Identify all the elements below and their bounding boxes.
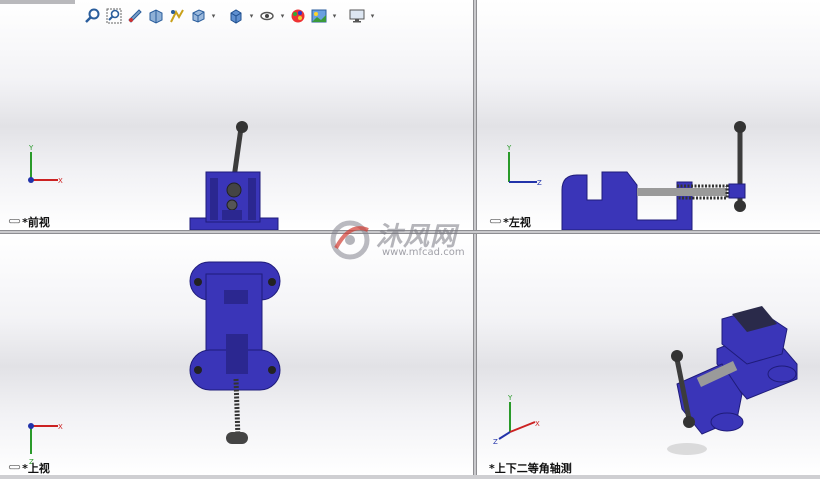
svg-text:X: X: [58, 177, 63, 185]
dynamic-annotation-icon[interactable]: [168, 7, 186, 25]
left-view-model[interactable]: Y Z: [477, 0, 820, 230]
section-view-icon[interactable]: [147, 7, 165, 25]
top-view-model[interactable]: Z X: [0, 234, 473, 475]
status-strip: [0, 475, 820, 479]
viewport-left[interactable]: Y Z ⊂⊃ *左视: [477, 0, 820, 230]
link-views-icon[interactable]: ⊂⊃: [8, 217, 21, 227]
vise-top: [189, 261, 281, 444]
svg-text:Z: Z: [493, 438, 498, 446]
chevron-down-icon[interactable]: ▾: [331, 12, 338, 20]
svg-text:Y: Y: [28, 144, 34, 152]
edit-appearance-icon[interactable]: [289, 7, 307, 25]
link-views-icon[interactable]: ⊂⊃: [8, 463, 21, 473]
zoom-to-fit-icon[interactable]: [84, 7, 102, 25]
tab-strip-fragment: [0, 0, 75, 4]
view-orientation-icon[interactable]: [189, 7, 207, 25]
hide-show-icon[interactable]: [258, 7, 276, 25]
vise-isometric: [667, 306, 798, 455]
chevron-down-icon[interactable]: ▾: [279, 12, 286, 20]
zoom-area-icon[interactable]: [105, 7, 123, 25]
svg-text:Y: Y: [506, 144, 512, 152]
view-name: *前视: [22, 216, 50, 229]
view-settings-icon[interactable]: [348, 7, 366, 25]
apply-scene-icon[interactable]: [310, 7, 328, 25]
viewport-label-top: ⊂⊃ *上视: [8, 460, 50, 475]
viewport-isometric[interactable]: Y X Z *上下二等角轴测: [477, 234, 820, 475]
front-triad: Y X: [28, 144, 63, 185]
vise-side: [561, 121, 746, 230]
left-triad: Y Z: [506, 144, 542, 187]
svg-text:Z: Z: [537, 179, 542, 187]
previous-view-icon[interactable]: [126, 7, 144, 25]
viewport-top[interactable]: Z X ⊂⊃ *上视: [0, 234, 473, 475]
viewport-label-isometric: *上下二等角轴测: [489, 460, 572, 475]
viewport-front[interactable]: Y X ▾ ▾ ▾ ▾ ▾ ⊂⊃ *前视: [0, 0, 473, 230]
svg-text:Y: Y: [507, 394, 513, 402]
view-name: *左视: [503, 216, 531, 229]
mfcad-logo-icon: [330, 220, 370, 260]
svg-text:X: X: [535, 420, 540, 428]
svg-text:X: X: [58, 423, 63, 431]
view-name: *上下二等角轴测: [489, 462, 572, 475]
isometric-view-model[interactable]: Y X Z: [477, 234, 820, 475]
front-view-model[interactable]: Y X: [0, 0, 473, 230]
heads-up-view-toolbar: ▾ ▾ ▾ ▾ ▾: [84, 5, 376, 27]
watermark-url: www.mfcad.com: [382, 247, 465, 258]
iso-triad: Y X Z: [493, 394, 540, 446]
chevron-down-icon[interactable]: ▾: [210, 12, 217, 20]
watermark: 沐风网 www.mfcad.com: [328, 216, 498, 262]
viewport-label-front: ⊂⊃ *前视: [8, 214, 50, 230]
chevron-down-icon[interactable]: ▾: [369, 12, 376, 20]
chevron-down-icon[interactable]: ▾: [248, 12, 255, 20]
view-name: *上视: [22, 462, 50, 475]
display-style-icon[interactable]: [227, 7, 245, 25]
vise-front: [189, 121, 279, 230]
